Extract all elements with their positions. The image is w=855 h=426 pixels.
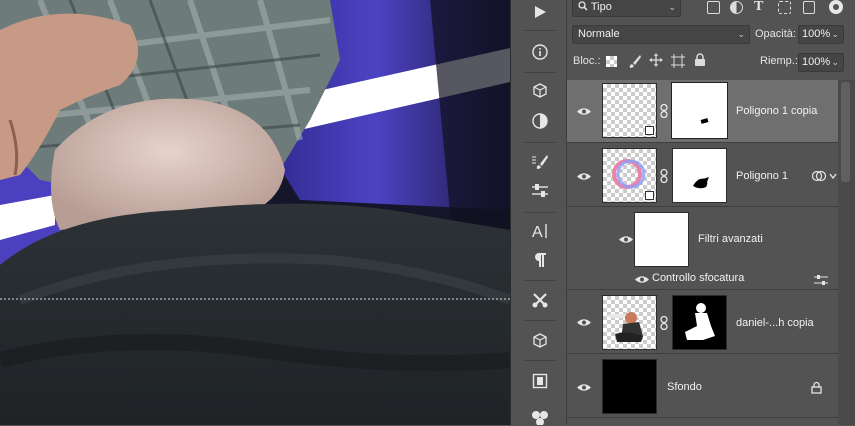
layers-scrollbar[interactable] (838, 80, 855, 425)
link-chain-icon[interactable] (660, 104, 668, 118)
blend-mode-select[interactable]: Normale ⌄ (572, 25, 750, 44)
divider (525, 280, 555, 281)
layer-row-poligono-1[interactable]: Poligono 1 (567, 144, 838, 207)
lock-row: Bloc.: Riemp.: 100% ⌄ (567, 50, 855, 74)
visibility-eye-icon[interactable] (577, 107, 591, 116)
3d-cube-icon[interactable] (531, 82, 549, 100)
brush-settings-icon[interactable] (531, 182, 549, 200)
divider (525, 142, 555, 143)
opacity-input[interactable]: 100% ⌄ (798, 25, 844, 44)
layer-thumbnail (602, 83, 657, 138)
shape-filter-icon[interactable] (778, 1, 791, 14)
lock-icon (811, 381, 822, 394)
lock-paint-icon[interactable] (627, 54, 641, 71)
opacity-value: 100% (802, 28, 831, 40)
layer-name: Sfondo (667, 381, 702, 393)
link-chain-icon[interactable] (660, 316, 668, 330)
layer-row-poligono-1-copia[interactable]: Poligono 1 copia (567, 80, 838, 143)
visibility-eye-icon[interactable] (577, 383, 591, 392)
layer-name: daniel-...h copia (736, 317, 814, 329)
layer-thumbnail (602, 295, 657, 350)
lock-transparency-icon[interactable] (606, 56, 617, 67)
pixel-filter-icon[interactable] (707, 1, 720, 14)
paragraph-icon[interactable] (531, 251, 549, 269)
filter-options-icon[interactable] (814, 275, 828, 285)
chevron-down-icon: ⌄ (737, 29, 745, 39)
filter-kind-label: Tipo (590, 1, 612, 13)
layer-name: Controllo sfocatura (652, 272, 745, 284)
layer-mask-thumbnail[interactable] (672, 295, 727, 350)
layer-thumbnail (602, 148, 657, 203)
filter-toggle-icon[interactable] (829, 0, 843, 14)
blend-row: Normale ⌄ Opacità: 100% ⌄ (567, 24, 855, 48)
opacity-label: Opacità: (755, 28, 796, 40)
lock-artboard-icon[interactable] (671, 54, 685, 71)
layer-name: Filtri avanzati (698, 233, 763, 245)
fill-input[interactable]: 100% ⌄ (798, 53, 844, 72)
document-canvas[interactable] (0, 0, 510, 425)
visibility-eye-icon[interactable] (619, 235, 633, 244)
photo-artwork (0, 0, 510, 425)
swatches-icon[interactable] (531, 408, 549, 426)
visibility-eye-icon[interactable] (577, 318, 591, 327)
blend-mode-value: Normale (578, 28, 620, 40)
fill-value: 100% (802, 56, 831, 68)
chevron-down-icon: ⌄ (831, 29, 839, 39)
lock-label: Bloc.: (573, 55, 601, 67)
smart-filter-icon[interactable] (812, 170, 826, 182)
chevron-down-icon: ⌄ (668, 2, 676, 12)
layer-thumbnail (602, 359, 657, 414)
smart-filter-mask-thumbnail[interactable] (634, 212, 689, 267)
panel-dock-toolbar: A (510, 0, 567, 425)
visibility-eye-icon[interactable] (635, 275, 649, 284)
fill-label: Riemp.: (760, 55, 798, 67)
link-chain-icon[interactable] (660, 169, 668, 183)
character-icon[interactable]: A (531, 222, 549, 240)
smart-object-badge-icon (645, 126, 654, 135)
chevron-down-icon: ⌄ (831, 57, 839, 67)
divider (525, 320, 555, 321)
layer-row-daniel-copia[interactable]: daniel-...h copia (567, 291, 838, 354)
search-icon (578, 1, 591, 13)
brush-icon[interactable] (531, 153, 549, 171)
scrollbar-thumb[interactable] (841, 82, 850, 182)
layer-row-sfondo[interactable]: Sfondo (567, 355, 838, 418)
layer-name: Poligono 1 copia (736, 105, 818, 117)
lock-all-icon[interactable] (694, 53, 706, 70)
smart-object-badge-icon (645, 191, 654, 200)
artboard-icon[interactable] (531, 372, 549, 390)
layers-panel: Tipo ⌄ T Normale ⌄ Opacità: 100% ⌄ Bloc.… (567, 0, 855, 425)
tool-presets-icon[interactable] (531, 291, 549, 309)
3d-object-icon[interactable] (531, 332, 549, 350)
filter-kind-select[interactable]: Tipo ⌄ (572, 0, 681, 17)
play-action-icon[interactable] (531, 3, 549, 21)
info-icon[interactable] (531, 43, 549, 61)
smart-object-filter-icon[interactable] (803, 1, 815, 14)
layer-filter-bar: Tipo ⌄ T (567, 0, 855, 24)
divider (525, 72, 555, 73)
layer-name: Poligono 1 (736, 170, 788, 182)
type-filter-icon[interactable]: T (754, 0, 763, 15)
divider (525, 360, 555, 361)
filter-item-row[interactable]: Controllo sfocatura (567, 270, 838, 290)
adjustments-icon[interactable] (531, 112, 549, 130)
smart-filters-row[interactable]: Filtri avanzati (567, 208, 838, 270)
layer-mask-thumbnail[interactable] (671, 82, 728, 139)
divider (525, 30, 555, 31)
svg-text:A: A (532, 224, 543, 240)
visibility-eye-icon[interactable] (577, 172, 591, 181)
lock-move-icon[interactable] (649, 53, 663, 70)
adjustment-filter-icon[interactable] (730, 1, 743, 14)
expand-chevron-icon[interactable] (829, 173, 837, 179)
layer-mask-thumbnail[interactable] (672, 148, 727, 203)
divider (525, 212, 555, 213)
